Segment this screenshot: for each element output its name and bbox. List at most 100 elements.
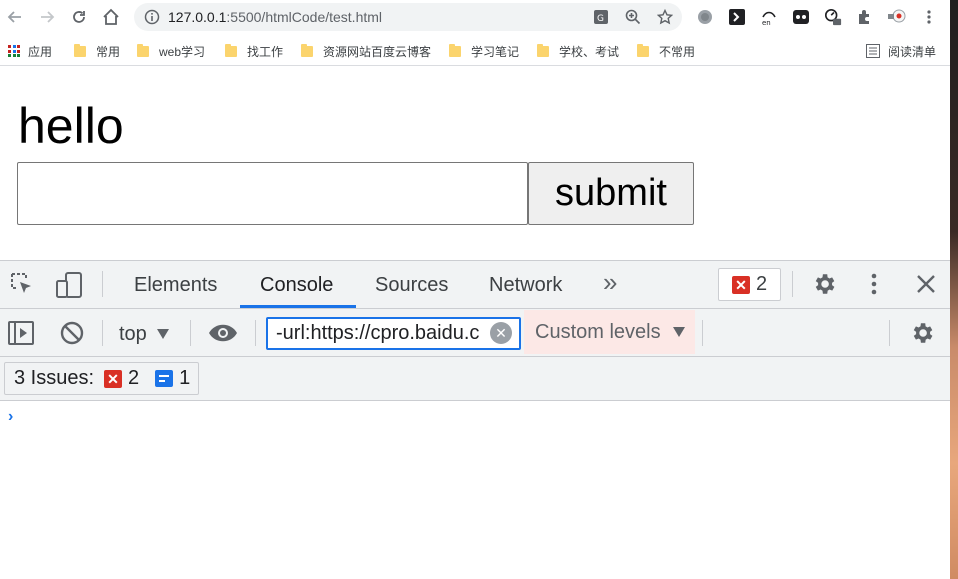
- home-button[interactable]: [100, 6, 122, 28]
- browser-toolbar: 127.0.0.1:5500/htmlCode/test.html G en: [0, 0, 950, 36]
- reading-list-icon: [866, 44, 880, 58]
- bookmark-folder-rare[interactable]: 不常用: [637, 42, 695, 60]
- extensions-menu-button[interactable]: [856, 8, 874, 26]
- clear-filter-icon[interactable]: ✕: [490, 322, 512, 344]
- error-icon: ✕: [731, 275, 750, 294]
- profile-button[interactable]: [888, 8, 906, 26]
- chrome-menu-button[interactable]: [920, 8, 938, 26]
- devtools-settings-button[interactable]: [810, 270, 838, 298]
- translate-icon: G: [594, 10, 608, 24]
- divider: [102, 271, 103, 297]
- context-selector[interactable]: top: [119, 320, 169, 348]
- error-count-badge[interactable]: ✕ 2: [718, 268, 781, 301]
- bookmark-label: 学校、考试: [559, 44, 620, 59]
- reload-icon: [73, 11, 85, 23]
- tab-elements[interactable]: Elements: [134, 261, 217, 309]
- show-sidebar-button[interactable]: [6, 319, 36, 347]
- device-icon: [56, 272, 82, 298]
- inspect-element-button[interactable]: [8, 270, 36, 298]
- zoom-icon: [625, 9, 641, 25]
- svg-text:G: G: [597, 14, 604, 24]
- address-bar[interactable]: 127.0.0.1:5500/htmlCode/test.html G: [134, 3, 682, 31]
- browser-window: 127.0.0.1:5500/htmlCode/test.html G en 应…: [0, 0, 950, 579]
- star-icon: [657, 9, 673, 25]
- kebab-menu-icon: [871, 273, 877, 295]
- divider: [190, 320, 191, 346]
- zoom-button[interactable]: [624, 8, 642, 26]
- tab-network[interactable]: Network: [489, 261, 562, 309]
- close-devtools-button[interactable]: [912, 270, 940, 298]
- issues-label: 3 Issues:: [14, 367, 95, 389]
- console-output[interactable]: [0, 402, 950, 579]
- gear-icon: [913, 323, 933, 343]
- bookmark-folder-notes[interactable]: 学习笔记: [449, 42, 519, 60]
- live-expression-button[interactable]: [206, 319, 240, 347]
- clear-console-button[interactable]: [58, 319, 86, 347]
- extension-circle-button[interactable]: [696, 8, 714, 26]
- bookmark-label: web学习: [159, 44, 206, 59]
- levels-label: Custom levels: [535, 320, 661, 343]
- sidebar-toggle-icon: [8, 321, 34, 345]
- issues-error-count: 2: [128, 367, 140, 389]
- bookmark-folder-school[interactable]: 学校、考试: [537, 42, 619, 60]
- gear-icon: [815, 274, 835, 294]
- bookmark-label: 找工作: [247, 44, 284, 59]
- extension-game-button[interactable]: [792, 8, 810, 26]
- tab-sources[interactable]: Sources: [375, 261, 448, 309]
- url-path: :5500/htmlCode/test.html: [226, 9, 383, 25]
- text-input[interactable]: [17, 162, 528, 225]
- block-icon: [60, 321, 84, 345]
- arrow-right-icon: [41, 11, 55, 23]
- triangle-down-icon: [156, 329, 169, 339]
- forward-button[interactable]: [36, 6, 58, 28]
- tab-console[interactable]: Console: [260, 261, 333, 309]
- reading-list-label: 阅读清单: [888, 44, 937, 59]
- en-extension-icon: en: [762, 11, 776, 26]
- folder-icon: [449, 43, 461, 57]
- reading-list-button[interactable]: 阅读清单: [866, 42, 936, 60]
- device-toolbar-button[interactable]: [54, 270, 84, 300]
- folder-icon: [637, 43, 649, 57]
- issues-info-count: 1: [179, 367, 191, 389]
- bookmark-apps[interactable]: 应用: [8, 42, 52, 60]
- extension-speed-button[interactable]: [824, 8, 842, 26]
- filter-value: -url:https://cpro.baidu.c: [276, 322, 480, 344]
- console-filter-input[interactable]: -url:https://cpro.baidu.c ✕: [266, 317, 521, 350]
- eye-icon: [209, 324, 237, 342]
- kebab-menu-icon: [927, 10, 931, 24]
- console-settings-button[interactable]: [908, 319, 936, 347]
- divider: [792, 271, 793, 297]
- bookmarks-bar: 应用 常用 web学习 找工作 资源网站百度云博客 学习笔记 学校、考试 不常用…: [0, 36, 950, 66]
- extension-terminal-button[interactable]: [728, 8, 746, 26]
- circle-extension-icon: [698, 10, 712, 24]
- background-window-edge: [950, 0, 958, 579]
- error-count: 2: [755, 273, 768, 295]
- issues-button[interactable]: 3 Issues: ✕ 2 1: [4, 362, 199, 395]
- bookmark-label: 不常用: [659, 44, 696, 59]
- log-levels-dropdown[interactable]: Custom levels: [524, 310, 695, 354]
- back-button[interactable]: [4, 6, 26, 28]
- folder-icon: [301, 43, 313, 57]
- devtools-more-button[interactable]: [866, 270, 882, 298]
- bookmark-folder-jobs[interactable]: 找工作: [225, 42, 283, 60]
- inspect-cursor-icon: [11, 273, 31, 293]
- extension-translate-button[interactable]: en: [760, 8, 778, 26]
- close-icon: [917, 275, 935, 293]
- console-prompt-icon: ›: [8, 408, 14, 425]
- info-icon[interactable]: [144, 9, 160, 25]
- reload-button[interactable]: [68, 6, 90, 28]
- bookmark-folder-resources[interactable]: 资源网站百度云博客: [301, 42, 431, 60]
- divider: [889, 320, 890, 346]
- gauge-extension-icon: [824, 8, 842, 26]
- translate-button[interactable]: G: [592, 8, 610, 26]
- divider: [702, 320, 703, 346]
- bookmark-star-button[interactable]: [656, 8, 674, 26]
- svg-text:en: en: [762, 19, 771, 26]
- bookmark-label: 学习笔记: [471, 44, 520, 59]
- submit-button[interactable]: submit: [528, 162, 694, 225]
- url-host: 127.0.0.1: [168, 9, 227, 25]
- bookmark-folder-common[interactable]: 常用: [74, 42, 120, 60]
- triangle-down-icon: [672, 327, 685, 337]
- bookmark-folder-web[interactable]: web学习: [137, 42, 205, 60]
- more-tabs-button[interactable]: »: [603, 258, 617, 306]
